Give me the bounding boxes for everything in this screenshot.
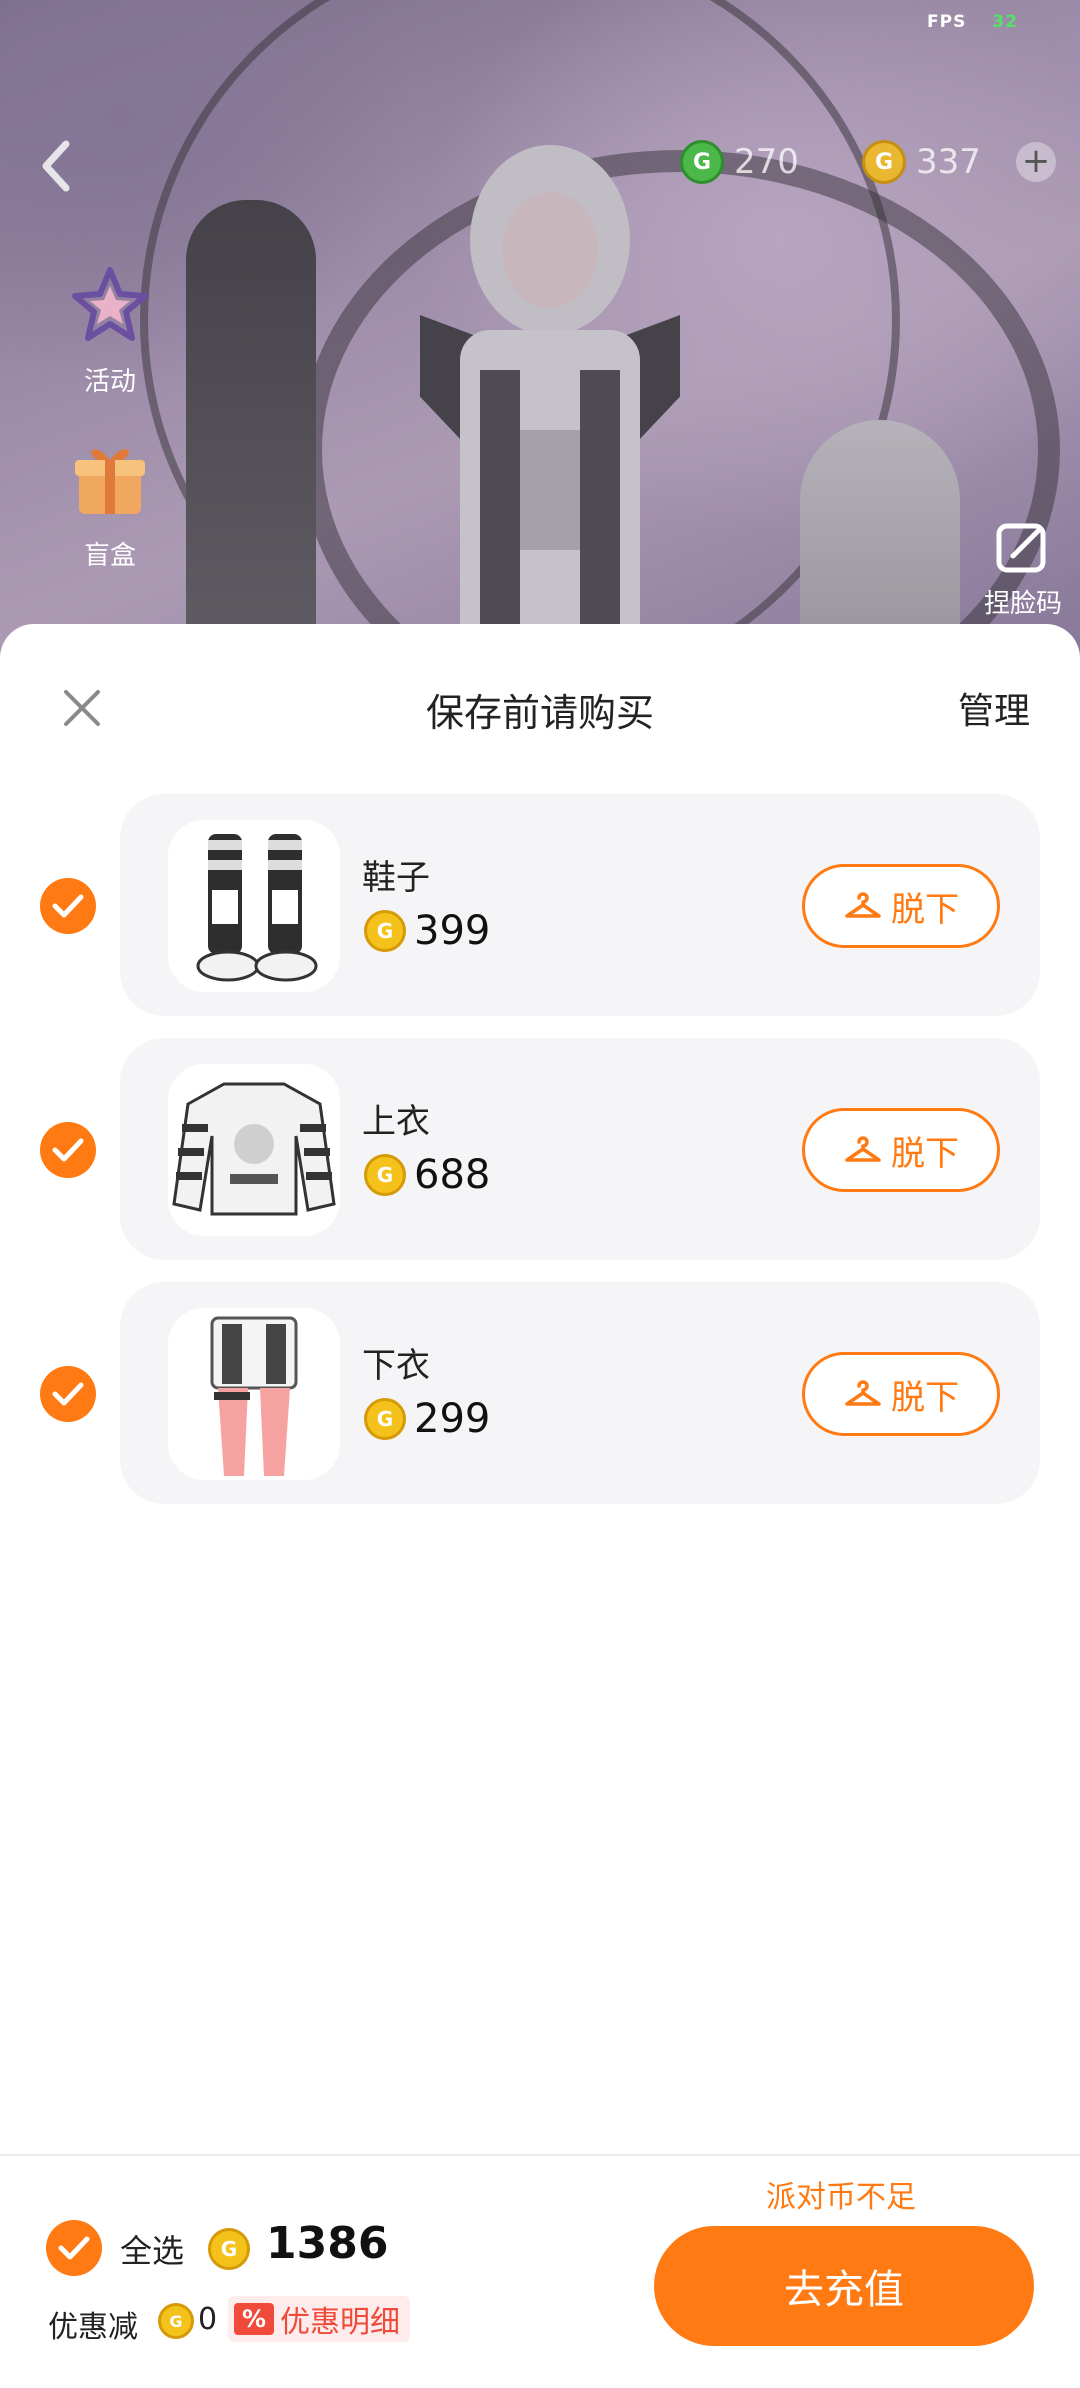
green-currency-value: 270 [734,142,799,182]
take-off-label: 脱下 [891,1133,959,1174]
discount-detail-label: 优惠明细 [280,2305,401,2340]
scene-dim-overlay [0,0,1080,660]
gold-currency-value: 337 [916,142,981,182]
hanger-icon [845,1136,881,1162]
back-arrow-icon[interactable] [32,136,82,196]
item-name: 鞋子 [362,858,430,898]
take-off-button[interactable]: 脱下 [802,864,1000,948]
percent-tag-icon: % [234,2303,275,2335]
take-off-label: 脱下 [891,889,959,930]
item-name: 下衣 [362,1346,430,1386]
gold-coin-icon [862,140,906,184]
fps-value: 32 [992,12,1018,32]
sheet-title: 保存前请购买 [425,691,654,735]
item-price: 688 [364,1152,490,1198]
select-all-label[interactable]: 全选 [120,2226,184,2272]
gold-coin-icon [208,2228,250,2270]
footer-divider [0,2154,1080,2156]
insufficient-coins-notice: 派对币不足 [766,2180,916,2215]
checkmark-icon [52,1382,84,1406]
take-off-button[interactable]: 脱下 [802,1352,1000,1436]
take-off-button[interactable]: 脱下 [802,1108,1000,1192]
item-card-shoes[interactable]: 鞋子 399 脱下 [120,794,1040,1016]
side-item-blindbox-label: 盲盒 [83,541,136,571]
discount-value: 0 [198,2302,218,2337]
side-item-activity[interactable]: 活动 [62,262,158,398]
edit-icon [996,523,1046,573]
item-name: 上衣 [362,1102,430,1142]
select-all-checkbox[interactable] [46,2220,102,2276]
faceid-code-label: 捏脸码 [983,589,1062,619]
item-image-shoes [168,820,340,992]
item-image-bottoms [168,1308,340,1480]
gold-coin-icon [158,2303,194,2339]
item-price: 299 [364,1396,490,1442]
game-scene-background: FPS 32 270 337 + 活动 盲盒 捏脸码 [0,0,1080,660]
hanger-icon [845,1380,881,1406]
gold-coin-icon [364,1398,406,1440]
hanger-icon [845,892,881,918]
item-card-bottoms[interactable]: 下衣 299 脱下 [120,1282,1040,1504]
discount-detail-button[interactable]: % 优惠明细 [228,2296,411,2342]
purchase-sheet: 保存前请购买 管理 鞋子 399 脱下 [0,624,1080,2388]
fps-label: FPS [927,12,967,32]
faceid-code-button[interactable]: 捏脸码 [984,520,1062,620]
recharge-button[interactable]: 去充值 [654,2226,1034,2346]
green-coin-icon [680,140,724,184]
take-off-label: 脱下 [891,1377,959,1418]
side-item-blindbox[interactable]: 盲盒 [62,436,158,572]
fps-counter: FPS 32 [927,12,1018,32]
item-checkbox-top[interactable] [40,1122,96,1178]
gold-coin-icon [364,910,406,952]
item-card-top[interactable]: 上衣 688 脱下 [120,1038,1040,1260]
item-checkbox-bottoms[interactable] [40,1366,96,1422]
gift-box-icon [75,449,145,514]
checkmark-icon [52,1138,84,1162]
star-icon [72,267,148,341]
item-price-value: 399 [414,908,491,954]
checkmark-icon [52,894,84,918]
item-price: 399 [364,908,490,954]
green-currency[interactable]: 270 [680,138,799,186]
gold-currency[interactable]: 337 [862,138,981,186]
manage-button[interactable]: 管理 [958,682,1030,734]
item-price-value: 299 [414,1396,491,1442]
side-item-activity-label: 活动 [83,367,136,397]
plus-icon[interactable]: + [1016,142,1056,182]
gold-coin-icon [364,1154,406,1196]
item-checkbox-shoes[interactable] [40,878,96,934]
item-image-top [168,1064,340,1236]
checkmark-icon [58,2236,90,2260]
total-price: 1386 [266,2218,389,2269]
item-price-value: 688 [414,1152,491,1198]
discount-label: 优惠减 [48,2310,138,2345]
